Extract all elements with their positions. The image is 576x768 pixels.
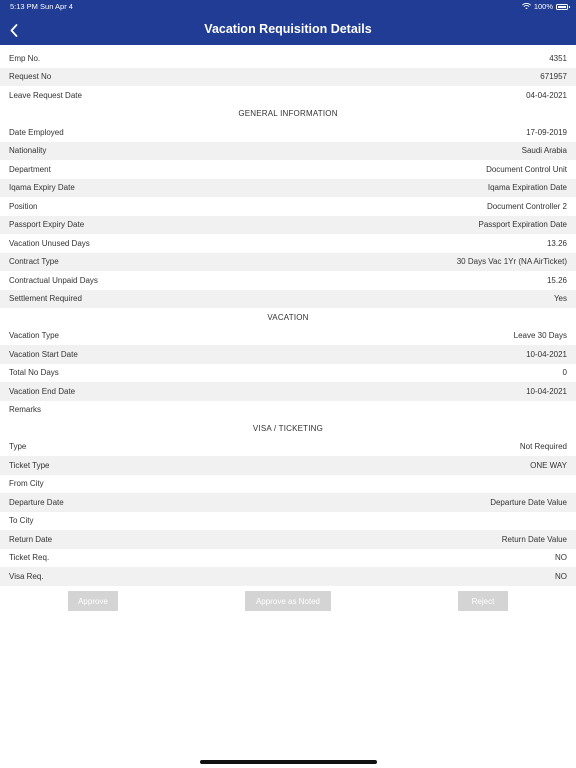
detail-value: Passport Expiration Date <box>478 220 568 230</box>
detail-label: Date Employed <box>9 127 64 137</box>
detail-value: NO <box>555 553 567 563</box>
detail-row-settlement-required: Settlement Required Yes <box>0 289 576 308</box>
detail-label: Iqama Expiry Date <box>9 183 75 193</box>
detail-row-vacation-start-date: Vacation Start Date 10-04-2021 <box>0 345 576 364</box>
detail-label: Remarks <box>9 405 42 415</box>
detail-value: 0 <box>562 368 567 378</box>
detail-row-ticket-type: Ticket Type ONE WAY <box>0 456 576 475</box>
detail-row-return-date: Return Date Return Date Value <box>0 530 576 549</box>
detail-value: 10-04-2021 <box>526 349 567 359</box>
section-vacation: VACATION <box>267 312 309 322</box>
detail-label: Type <box>9 442 27 452</box>
detail-label: Return Date <box>9 534 53 544</box>
detail-value: 10-04-2021 <box>526 386 567 396</box>
detail-row-total-no-days: Total No Days 0 <box>0 364 576 383</box>
wifi-icon <box>521 3 531 10</box>
detail-row-vacation-end-date: Vacation End Date 10-04-2021 <box>0 382 576 401</box>
detail-label: From City <box>9 479 44 489</box>
detail-value: ONE WAY <box>530 460 567 470</box>
detail-value: 13.26 <box>546 238 567 248</box>
detail-label: Contractual Unpaid Days <box>9 275 98 285</box>
detail-label: Vacation Start Date <box>9 349 78 359</box>
home-indicator[interactable] <box>200 760 377 764</box>
detail-row-nationality: Nationality Saudi Arabia <box>0 141 576 160</box>
detail-label: Ticket Req. <box>9 553 50 563</box>
status-time: 5:13 PM Sun Apr 4 <box>10 2 73 11</box>
detail-value: 4351 <box>549 53 567 63</box>
detail-label: Departure Date <box>9 497 64 507</box>
detail-row-passport-expiry-date: Passport Expiry Date Passport Expiration … <box>0 215 576 234</box>
detail-label: Position <box>9 201 38 211</box>
detail-value: Yes <box>553 294 567 304</box>
detail-row-ticket-req: Ticket Req. NO <box>0 549 576 568</box>
detail-row-contractual-unpaid-days: Contractual Unpaid Days 15.26 <box>0 271 576 290</box>
detail-label: Ticket Type <box>9 460 50 470</box>
detail-value: Document Controller 2 <box>486 201 567 211</box>
detail-label: To City <box>9 516 34 526</box>
detail-value: 30 Days Vac 1Yr (NA AirTicket) <box>456 257 567 267</box>
detail-value: Leave 30 Days <box>513 331 567 341</box>
detail-label: Request No <box>9 72 52 82</box>
detail-row-contract-type: Contract Type 30 Days Vac 1Yr (NA AirTick… <box>0 252 576 271</box>
action-bar: Approve Approve as Noted Reject <box>0 591 576 611</box>
detail-label: Passport Expiry Date <box>9 220 85 230</box>
detail-row-department: Department Document Control Unit <box>0 160 576 179</box>
detail-value: Document Control Unit <box>486 164 567 174</box>
battery-percent: 100% <box>533 2 553 11</box>
detail-row-vacation-unused-days: Vacation Unused Days 13.26 <box>0 234 576 253</box>
detail-label: Visa Req. <box>9 571 44 581</box>
detail-label: Vacation End Date <box>9 386 76 396</box>
detail-value: Saudi Arabia <box>521 146 567 156</box>
detail-value: NO <box>555 571 567 581</box>
detail-value: Return Date Value <box>501 534 567 544</box>
detail-value: Not Required <box>519 442 567 452</box>
battery-icon <box>556 3 570 10</box>
detail-row-to-city: To City <box>0 512 576 531</box>
detail-row-remarks: Remarks <box>0 401 576 420</box>
detail-row-leave-request-date: Leave Request Date 04-04-2021 <box>0 86 576 105</box>
detail-row-emp-no: Emp No. 4351 <box>0 49 576 68</box>
detail-label: Vacation Type <box>9 331 59 341</box>
approve-button[interactable]: Approve <box>68 591 118 611</box>
detail-row-request-no: Request No 671957 <box>0 67 576 86</box>
detail-value: Iqama Expiration Date <box>487 183 567 193</box>
detail-label: Vacation Unused Days <box>9 238 90 248</box>
detail-label: Nationality <box>9 146 47 156</box>
detail-label: Contract Type <box>9 257 59 267</box>
detail-row-from-city: From City <box>0 475 576 494</box>
detail-row-departure-date: Departure Date Departure Date Value <box>0 493 576 512</box>
detail-row-iqama-expiry-date: Iqama Expiry Date Iqama Expiration Date <box>0 178 576 197</box>
detail-value: 671957 <box>540 72 567 82</box>
detail-row-type: Type Not Required <box>0 438 576 457</box>
detail-row-position: Position Document Controller 2 <box>0 197 576 216</box>
detail-label: Leave Request Date <box>9 90 82 100</box>
approve-as-noted-button[interactable]: Approve as Noted <box>245 591 331 611</box>
status-indicators: 100% <box>521 2 570 11</box>
detail-value: 17-09-2019 <box>526 127 567 137</box>
detail-value: 04-04-2021 <box>526 90 567 100</box>
detail-label: Settlement Required <box>9 294 82 304</box>
section-visa-ticketing: VISA / TICKETING <box>252 423 324 433</box>
detail-value: Departure Date Value <box>490 497 567 507</box>
detail-label: Department <box>9 164 51 174</box>
details-list: Emp No. 4351 Request No 671957 Leave Request… <box>0 49 576 586</box>
detail-label: Total No Days <box>9 368 59 378</box>
reject-button[interactable]: Reject <box>458 591 508 611</box>
page-title: Vacation Requisition Details <box>204 22 372 36</box>
detail-row-vacation-type: Vacation Type Leave 30 Days <box>0 327 576 346</box>
detail-row-visa-req: Visa Req. NO <box>0 567 576 586</box>
section-general-information: GENERAL INFORMATION <box>238 109 338 119</box>
detail-value: 15.26 <box>546 275 567 285</box>
detail-row-date-employed: Date Employed 17-09-2019 <box>0 123 576 142</box>
detail-label: Emp No. <box>9 53 41 63</box>
nav-header: 5:13 PM Sun Apr 4 100% Vacation Requisit… <box>0 0 576 45</box>
